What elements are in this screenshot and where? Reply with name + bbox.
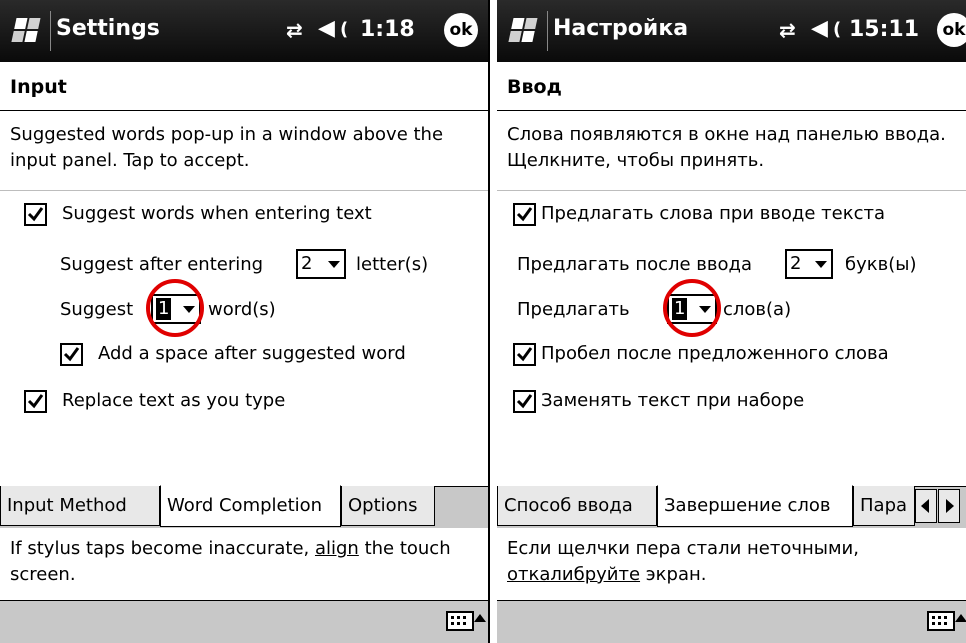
chevron-right-icon — [946, 499, 954, 513]
keyboard-icon[interactable] — [446, 611, 474, 631]
letters-label: letter(s) — [356, 254, 429, 275]
add-space-label[interactable]: Add a space after suggested word — [98, 343, 406, 364]
divider — [0, 190, 488, 191]
footer-text: Если щелчки пера стали неточными, откали… — [507, 536, 947, 588]
chevron-left-icon — [921, 499, 929, 513]
letters-count-dropdown[interactable]: 2 — [785, 249, 833, 279]
volume-icon[interactable]: ◀ — [811, 16, 828, 41]
calibrate-link[interactable]: откалибруйте — [507, 564, 640, 585]
suggest-words-label[interactable]: Предлагать слова при вводе текста — [541, 203, 885, 224]
highlight-circle — [146, 279, 204, 337]
letters-label: букв(ы) — [845, 254, 917, 275]
replace-text-checkbox[interactable] — [513, 390, 536, 413]
tab-options[interactable]: Пара — [853, 486, 915, 526]
tab-strip: Способ ввода Завершение слов Пара — [497, 485, 966, 528]
footer-text-before: Если щелчки пера стали неточными, — [507, 538, 859, 559]
align-link[interactable]: align — [315, 538, 359, 559]
tab-options[interactable]: Options — [341, 486, 435, 526]
window-title: Settings — [56, 16, 160, 41]
tab-word-completion[interactable]: Завершение слов — [657, 485, 853, 527]
settings-pane-english: Settings ⇄ ◀ ( 1:18 ok Input Suggested w… — [0, 0, 488, 643]
menu-bar — [0, 600, 488, 643]
footer-text-after: экран. — [640, 564, 707, 585]
sip-arrow-icon[interactable] — [474, 614, 486, 622]
suggest-words-checkbox[interactable] — [513, 203, 536, 226]
letters-count-value: 2 — [790, 253, 802, 274]
checkmark-icon — [27, 394, 44, 409]
windows-start-icon[interactable] — [503, 11, 548, 51]
add-space-label[interactable]: Пробел после предложенного слова — [541, 343, 889, 364]
checkmark-icon — [516, 347, 533, 362]
words-label: word(s) — [208, 299, 276, 320]
suggest-after-label: Suggest after entering — [60, 254, 264, 275]
words-label: слов(а) — [723, 299, 792, 320]
pane-divider — [488, 0, 497, 643]
checkmark-icon — [516, 207, 533, 222]
sip-arrow-icon[interactable] — [955, 614, 966, 622]
add-space-checkbox[interactable] — [60, 343, 83, 366]
checkmark-icon — [63, 347, 80, 362]
windows-start-icon[interactable] — [6, 11, 51, 51]
footer-text: If stylus taps become inaccurate, align … — [10, 536, 480, 588]
footer-text-before: If stylus taps become inaccurate, — [10, 538, 315, 559]
chevron-down-icon — [815, 261, 827, 268]
clock[interactable]: 15:11 — [849, 17, 919, 42]
tab-input-method[interactable]: Input Method — [0, 486, 160, 526]
page-title: Input — [10, 76, 67, 98]
tab-input-method[interactable]: Способ ввода — [497, 486, 657, 526]
connectivity-icon[interactable]: ⇄ — [779, 18, 796, 42]
description-text: Suggested words pop-up in a window above… — [10, 124, 444, 171]
suggest-words-checkbox[interactable] — [24, 203, 47, 226]
keyboard-icon[interactable] — [927, 611, 955, 631]
volume-waves-icon: ( — [340, 19, 349, 40]
description-text: Слова появляются в окне над панелью ввод… — [507, 124, 946, 171]
add-space-checkbox[interactable] — [513, 343, 536, 366]
page-header: Ввод — [497, 64, 966, 111]
highlight-circle — [663, 279, 721, 337]
tab-scroll-left-button[interactable] — [915, 489, 937, 523]
letters-count-dropdown[interactable]: 2 — [296, 249, 346, 279]
tab-word-completion[interactable]: Word Completion — [160, 485, 341, 527]
replace-text-label[interactable]: Заменять текст при наборе — [541, 390, 804, 411]
checkmark-icon — [516, 394, 533, 409]
ok-button[interactable]: ok — [444, 13, 478, 47]
tab-strip: Input Method Word Completion Options — [0, 485, 488, 528]
page-title: Ввод — [507, 76, 562, 98]
replace-text-label[interactable]: Replace text as you type — [62, 390, 285, 411]
window-title: Настройка — [553, 16, 689, 41]
volume-icon[interactable]: ◀ — [318, 16, 335, 41]
checkmark-icon — [27, 207, 44, 222]
suggest-words-label[interactable]: Suggest words when entering text — [62, 203, 372, 224]
suggest-label: Suggest — [60, 299, 134, 320]
menu-bar — [497, 600, 966, 643]
connectivity-icon[interactable]: ⇄ — [286, 18, 303, 42]
suggest-after-label: Предлагать после ввода — [517, 254, 753, 275]
divider — [497, 190, 966, 191]
settings-pane-russian: Настройка ⇄ ◀ ( 15:11 ok Ввод Слова появ… — [497, 0, 966, 643]
suggest-label: Предлагать — [517, 299, 630, 320]
replace-text-checkbox[interactable] — [24, 390, 47, 413]
title-bar: Настройка ⇄ ◀ ( 15:11 ok — [497, 0, 966, 62]
chevron-down-icon — [328, 261, 340, 268]
tab-scroll-right-button[interactable] — [938, 489, 960, 523]
clock[interactable]: 1:18 — [360, 17, 415, 42]
letters-count-value: 2 — [301, 253, 313, 274]
volume-waves-icon: ( — [833, 19, 842, 40]
ok-button[interactable]: ok — [937, 13, 966, 47]
title-bar: Settings ⇄ ◀ ( 1:18 ok — [0, 0, 488, 62]
page-header: Input — [0, 64, 488, 111]
